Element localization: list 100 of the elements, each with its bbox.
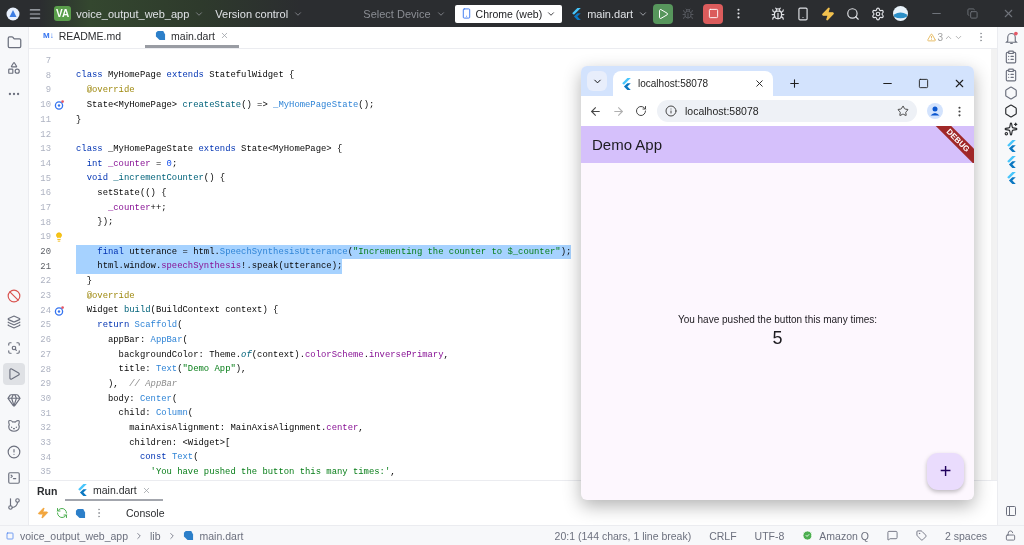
dart-icon [182,530,194,541]
line-number: 32 [39,423,51,434]
gem-icon [7,393,21,407]
line-number: 10 [39,100,51,111]
breadcrumb[interactable]: voice_output_web_app [20,529,128,542]
lightbulb-icon [54,232,64,243]
line-ending[interactable]: CRLF [709,529,737,542]
close-icon [754,78,765,89]
line-number: 7 [44,56,51,67]
plugin-status[interactable]: Amazon Q [819,529,869,542]
code-line: int _counter = 0; [85,157,178,171]
flutter-icon [571,7,583,20]
run-button[interactable] [653,3,673,24]
device-selector[interactable]: Select Device [363,7,431,20]
console-tab[interactable]: Console [126,507,165,520]
flutter-icon [1005,140,1017,152]
code-line: Widget build(BuildContext context) { [85,304,279,318]
message-icon [886,530,898,541]
flutter-icon [1005,172,1017,184]
code-line: mainAxisAlignment: MainAxisAlignment.center, [128,421,364,435]
device-dropdown[interactable]: Chrome (web) [454,4,563,23]
terminal-icon [7,471,21,485]
counter-message: You have pushed the button this many times: [677,314,878,325]
markdown-icon: M↓ [43,31,54,41]
line-number: 14 [39,158,51,169]
ban-icon [7,289,21,303]
reload-icon [635,105,647,117]
editor-tab[interactable]: main.dart [145,27,239,48]
lightning-icon [821,6,835,21]
code-line: } [76,113,82,127]
line-number: 25 [39,320,51,331]
tool-window-button[interactable] [3,363,25,385]
restart-icon [56,507,68,520]
run-configuration[interactable]: main.dart [587,7,633,20]
code-line: const Text( [138,451,199,465]
close-icon [141,485,151,495]
restore-icon [966,8,978,19]
bug-icon [682,7,694,20]
branch-icon [7,497,21,511]
profile-icon [927,103,943,119]
check-icon [802,530,814,541]
code-line: return Scaffold( [96,319,183,333]
editor-tab[interactable]: M↓ README.md [33,27,132,48]
override-icon [54,305,64,316]
breadcrumb[interactable]: main.dart [199,529,244,542]
project-name[interactable]: voice_output_web_app [76,7,190,20]
breadcrumb[interactable]: lib [150,529,161,542]
app-logo-icon [6,6,20,21]
line-number: 33 [39,437,51,448]
line-number: 15 [39,173,51,184]
indent-setting[interactable]: 2 spaces [944,529,987,542]
line-number: 19 [39,232,51,243]
run-tab[interactable]: main.dart [65,480,163,502]
flutter-icon [1005,156,1017,168]
code-line: backgroundColor: Theme.of(context).colorScheme.inversePrimary, [117,348,449,362]
back-icon [589,104,602,118]
address-bar[interactable]: localhost:58078 [657,100,917,122]
phone-icon [796,6,810,21]
close-icon [219,31,229,41]
sparkle-icon [1004,122,1018,136]
line-number: 13 [39,144,51,155]
code-line: 'You have pushed the button this many times:', [149,466,396,479]
tab-list-button[interactable] [587,71,607,91]
line-number: 28 [39,364,51,375]
layers-icon [7,315,21,329]
layout-icon [1005,505,1017,517]
flutter-icon [77,484,88,497]
line-number: 35 [39,467,51,478]
code-line: setState(() { [96,186,167,200]
code-line: }); [96,216,114,230]
menu-icon [28,6,42,21]
dart-icon [155,30,167,42]
line-number: 9 [44,85,51,96]
encoding[interactable]: UTF-8 [754,529,785,542]
line-number: 23 [39,291,51,302]
lightning-icon [37,507,49,520]
code-line: body: Center( [106,392,178,406]
star-icon [897,105,909,117]
code-line: title: Text("Demo App"), [117,363,247,377]
line-number: 17 [39,202,51,213]
line-number: 21 [39,261,51,272]
line-number: 12 [39,129,51,140]
dart-icon [75,507,86,519]
maximize-icon [917,78,929,89]
play-icon [657,7,669,20]
shapes-icon [7,61,21,75]
browser-tab[interactable]: localhost:58078 [613,71,773,96]
caret-position[interactable]: 20:1 (144 chars, 1 line break) [554,529,692,542]
increment-button[interactable]: + [927,453,964,490]
code-line: ), // AppBar [106,377,178,391]
code-line: @override [85,289,135,303]
stop-icon [707,8,719,19]
line-number: 31 [39,408,51,419]
line-number: 24 [39,305,51,316]
stop-button[interactable] [703,3,723,24]
bug-icon [771,6,785,21]
code-line: child: Column( [117,407,194,421]
line-number: 20 [39,247,51,258]
version-control-menu[interactable]: Version control [215,7,289,20]
warning-icon [927,33,937,42]
